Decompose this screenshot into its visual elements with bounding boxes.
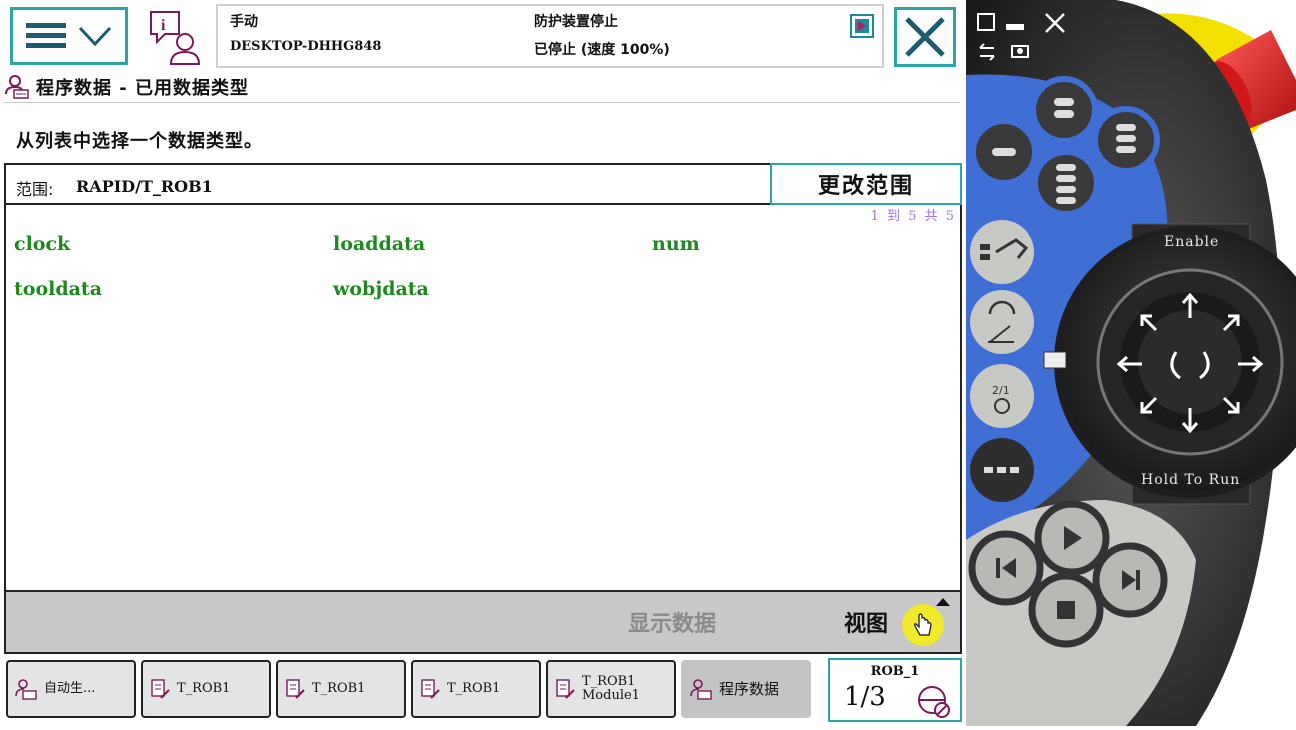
- operating-mode: 手动: [230, 14, 258, 30]
- list-item[interactable]: loaddata: [333, 233, 425, 255]
- hamburger-icon: [26, 23, 66, 48]
- close-icon: [905, 17, 945, 57]
- chevron-down-icon: [78, 26, 112, 47]
- key-2[interactable]: [1030, 76, 1098, 144]
- page-title-bar: 程序数据 - 已用数据类型: [4, 72, 960, 102]
- program-data-icon: [5, 75, 29, 99]
- speed-fraction: 1/3: [844, 682, 886, 712]
- task-t-rob1[interactable]: T_ROB1: [411, 660, 541, 718]
- step-backward-button[interactable]: [968, 530, 1044, 606]
- mechanical-unit-label: ROB_1: [870, 664, 920, 679]
- hold-to-run-label: Hold To Run: [1141, 472, 1241, 488]
- pointer-cursor-icon: [902, 604, 944, 646]
- program-editor-icon: [556, 679, 575, 699]
- task-auto-generate[interactable]: 自动生...: [6, 660, 136, 718]
- status-bar[interactable]: 手动 DESKTOP-DHHG848 防护装置停止 已停止 (速度 100%): [216, 4, 884, 68]
- view-menu-button[interactable]: 视图: [844, 606, 888, 638]
- main-menu-button[interactable]: [10, 7, 128, 65]
- safety-state: 防护装置停止: [534, 14, 618, 30]
- show-data-button[interactable]: 显示数据: [628, 606, 716, 638]
- flexpendant-screen: i 手动 DESKTOP-DHHG848 防护装置停止 已停止 (速度 100%…: [0, 0, 966, 726]
- task-program-data[interactable]: 程序数据: [681, 660, 811, 718]
- quickset-panel[interactable]: ROB_1 1/3: [828, 658, 962, 722]
- task-t-rob1[interactable]: T_ROB1: [276, 660, 406, 718]
- toggle-motion-mode-button[interactable]: [970, 290, 1034, 354]
- page-title: 程序数据 - 已用数据类型: [36, 78, 250, 99]
- task-label: 自动生...: [44, 681, 96, 696]
- task-label: T_ROB1 Module1: [582, 674, 640, 703]
- jog-lock-icon: [918, 686, 950, 718]
- toggle-axis-group-button[interactable]: 2/1: [970, 364, 1034, 428]
- taskbar: 自动生... T_ROB1 T_ROB1 T_ROB1 T_ROB1 Modul…: [0, 656, 966, 726]
- instruction-text: 从列表中选择一个数据类型。: [16, 131, 263, 152]
- close-button[interactable]: [894, 7, 956, 67]
- enable-label: Enable: [1164, 234, 1220, 250]
- svg-text:2/1: 2/1: [992, 384, 1010, 397]
- connector-icon: [1043, 351, 1067, 369]
- event-log-icon[interactable]: i: [147, 8, 207, 68]
- list-item[interactable]: clock: [14, 233, 70, 255]
- list-item[interactable]: tooldata: [14, 278, 102, 300]
- key-3[interactable]: [1092, 106, 1160, 174]
- program-editor-icon: [151, 679, 170, 699]
- task-label: T_ROB1: [447, 681, 501, 696]
- program-editor-icon: [286, 679, 305, 699]
- task-label: 程序数据: [719, 680, 780, 698]
- toggle-increment-button[interactable]: [970, 438, 1034, 502]
- program-data-icon: [690, 679, 712, 700]
- hand-cursor-icon: [914, 613, 932, 636]
- command-bar: 显示数据 视图: [4, 590, 962, 654]
- page-count: 1 到 5 共 5: [870, 209, 956, 224]
- step-forward-button[interactable]: [1092, 542, 1168, 618]
- stop-button[interactable]: [1028, 572, 1104, 648]
- data-type-list: 1 到 5 共 5 clock loaddata num tooldata wo…: [4, 205, 962, 591]
- minimize-icon[interactable]: [1006, 24, 1024, 30]
- task-label: T_ROB1: [312, 681, 366, 696]
- select-mechanical-unit-button[interactable]: [970, 220, 1034, 284]
- teach-pendant-hardware: 2/1 Enable Hold To Run: [966, 0, 1296, 726]
- motor-status-icon: [850, 14, 874, 38]
- task-t-rob1-module1[interactable]: T_ROB1 Module1: [546, 660, 676, 718]
- key-4[interactable]: [1032, 149, 1100, 217]
- key-1[interactable]: [970, 118, 1038, 186]
- program-editor-icon: [421, 679, 440, 699]
- change-scope-button[interactable]: 更改范围: [770, 163, 962, 205]
- program-data-icon: [15, 679, 37, 700]
- start-button[interactable]: [1034, 500, 1110, 576]
- svg-text:i: i: [161, 17, 166, 34]
- scope-label: 范围:: [16, 180, 54, 199]
- system-name: DESKTOP-DHHG848: [230, 39, 382, 54]
- run-state: 已停止 (速度 100%): [534, 42, 670, 58]
- scope-value: RAPID/T_ROB1: [76, 177, 213, 196]
- list-item[interactable]: num: [652, 233, 700, 255]
- title-divider: [4, 102, 960, 103]
- task-label: T_ROB1: [177, 681, 231, 696]
- caret-up-icon: [936, 598, 950, 606]
- task-t-rob1[interactable]: T_ROB1: [141, 660, 271, 718]
- list-item[interactable]: wobjdata: [333, 278, 429, 300]
